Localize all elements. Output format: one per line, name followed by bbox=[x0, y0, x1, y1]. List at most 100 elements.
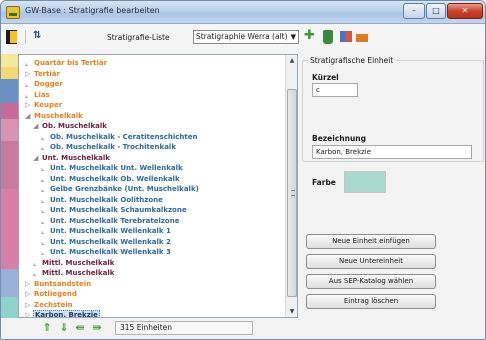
tree-scrollbar[interactable]: ▲ ▼ bbox=[285, 55, 297, 317]
tree-item[interactable]: ⌞ Unt. Muschelkalk Wellenkalk 3 bbox=[41, 247, 172, 257]
exit-icon[interactable] bbox=[6, 30, 17, 44]
tree-line-icon: ⌞ bbox=[41, 143, 45, 151]
move-down-icon[interactable]: ⇓ bbox=[58, 322, 70, 334]
close-button[interactable]: ✕ bbox=[447, 3, 483, 19]
collapse-icon[interactable]: ◢ bbox=[33, 121, 41, 131]
neue-einheit-button[interactable]: Neue Einheit einfügen bbox=[306, 234, 436, 249]
tree-item-label: Unt. Muschelkalk Schaumkalkzone bbox=[50, 206, 187, 214]
tree-item[interactable]: ⌞ Unt. Muschelkalk Ob. Wellenkalk bbox=[41, 174, 181, 184]
tree-item[interactable]: ⌞ Dogger bbox=[25, 79, 64, 89]
tree-item[interactable]: ⌞ Unt. Muschelkalk Wellenkalk 2 bbox=[41, 237, 172, 247]
expand-icon[interactable]: ▷ bbox=[25, 100, 33, 110]
move-first-icon[interactable]: ⇑ bbox=[41, 322, 53, 334]
tree-item-label: Quartär bis Tertiär bbox=[34, 59, 108, 67]
scroll-up-icon[interactable]: ▲ bbox=[286, 55, 298, 66]
tree-line-icon: ⌞ bbox=[33, 269, 37, 277]
sort-icon[interactable]: ⇅ bbox=[33, 30, 47, 44]
tree-item-label: Unt. Muschelkalk Wellenkalk 3 bbox=[50, 248, 171, 256]
move-left-icon[interactable]: ⇚ bbox=[74, 322, 86, 334]
color-strip-segment bbox=[1, 189, 18, 229]
tree-item-label: Lias bbox=[34, 90, 50, 99]
tree-item[interactable]: ⌞ Unt. Muschelkalk Schaumkalkzone bbox=[41, 205, 188, 215]
add-icon[interactable]: ✚ bbox=[304, 29, 318, 44]
expand-icon[interactable]: ▷ bbox=[25, 279, 33, 289]
delete-icon[interactable] bbox=[323, 30, 333, 44]
tree-item[interactable]: ⌞ Unt. Muschelkalk Oolithzone bbox=[41, 195, 164, 205]
tree-item[interactable]: ⌞ Gelbe Grenzbänke (Unt. Muschelkalk) bbox=[41, 184, 200, 194]
tree-item-label: Unt. Muschelkalk Ob. Wellenkalk bbox=[50, 174, 180, 183]
tree-item[interactable]: ◢ Unt. Muschelkalk bbox=[33, 153, 111, 163]
tree-item[interactable]: ⌞ Unt. Muschelkalk Unt. Wellenkalk bbox=[41, 163, 184, 173]
color-strip-segment bbox=[1, 103, 18, 119]
tree-line-icon: ⌞ bbox=[41, 195, 45, 204]
tree-item-label: Unt. Muschelkalk Unt. Wellenkalk bbox=[50, 164, 183, 172]
eintrag-loeschen-button[interactable]: Eintrag löschen bbox=[306, 294, 436, 309]
expand-icon[interactable]: ▷ bbox=[25, 300, 33, 310]
tree-item[interactable]: ⌞ Ob. Muschelkalk - Ceratitenschichten bbox=[41, 132, 198, 142]
collapse-icon[interactable]: ◢ bbox=[25, 111, 33, 121]
title-bar: GW-Base : Stratigrafie bearbeiten – □ ✕ bbox=[1, 1, 485, 24]
move-right-icon[interactable]: ⇛ bbox=[91, 322, 103, 334]
palette-icon[interactable] bbox=[340, 31, 352, 42]
expand-icon[interactable]: ▷ bbox=[25, 69, 33, 79]
tree-item[interactable]: ⌞ Ob. Muschelkalk - Trochitenkalk bbox=[41, 142, 177, 152]
tree-line-icon: ⌞ bbox=[41, 216, 45, 225]
tree-item-label: Unt. Muschelkalk Terebratelzone bbox=[50, 216, 180, 225]
tree-item-label: Dogger bbox=[34, 80, 63, 88]
tree-item[interactable]: ▷ Karbon, Brekzie bbox=[25, 310, 100, 318]
tree-item[interactable]: ▷ Zechstein bbox=[25, 300, 74, 310]
color-strip-segment bbox=[1, 119, 18, 141]
stratigraphy-tree[interactable]: ⌞ Quartär bis Tertiär ▷ Tertiär ⌞ Dogger ⌞ Lias… bbox=[18, 54, 298, 318]
tree-item[interactable]: ▷ Buntsandstein bbox=[25, 279, 92, 289]
tree-item-label: Karbon, Brekzie bbox=[33, 310, 100, 318]
scroll-thumb[interactable] bbox=[287, 89, 297, 297]
color-strip-segment bbox=[1, 141, 18, 189]
group-title: Stratigrafische Einheit bbox=[308, 56, 396, 65]
color-strip-segment bbox=[1, 229, 18, 269]
properties-icon[interactable] bbox=[356, 34, 368, 42]
tree-line-icon: ⌞ bbox=[41, 132, 45, 141]
tree-line-icon: ⌞ bbox=[25, 80, 29, 88]
bezeichnung-label: Bezeichnung bbox=[312, 134, 366, 143]
tree-item[interactable]: ◢ Muschelkalk bbox=[25, 111, 84, 121]
tree-line-icon: ⌞ bbox=[41, 206, 45, 214]
tree-line-icon: ⌞ bbox=[25, 90, 29, 99]
tree-item[interactable]: ◢ Ob. Muschelkalk bbox=[33, 121, 108, 131]
tree-item[interactable]: ⌞ Unt. Muschelkalk Terebratelzone bbox=[41, 216, 180, 226]
tree-item[interactable]: ▷ Keuper bbox=[25, 100, 63, 110]
tree-item[interactable]: ⌞ Mittl. Muschelkalk bbox=[33, 258, 115, 268]
collapse-icon[interactable]: ◢ bbox=[33, 153, 41, 163]
farbe-swatch[interactable] bbox=[344, 171, 386, 193]
tree-item-label: Tertiär bbox=[34, 69, 60, 78]
sep-katalog-button[interactable]: Aus SEP-Katalog wählen bbox=[306, 274, 436, 289]
tree-item-label: Ob. Muschelkalk bbox=[42, 122, 107, 130]
tree-line-icon: ⌞ bbox=[25, 59, 29, 67]
minimize-button[interactable]: – bbox=[403, 3, 425, 19]
tree-item-label: Ob. Muschelkalk - Ceratitenschichten bbox=[50, 132, 198, 141]
tree-item[interactable]: ▷ Rotliegend bbox=[25, 289, 78, 299]
expand-icon[interactable]: ▷ bbox=[25, 289, 33, 299]
tree-item[interactable]: ⌞ Lias bbox=[25, 90, 51, 100]
toolbar: ⇅ Stratigrafie-Liste Stratigraphie Werra… bbox=[1, 25, 485, 49]
maximize-button[interactable]: □ bbox=[426, 3, 446, 19]
tree-item-label: Mittl. Muschelkalk bbox=[42, 269, 115, 277]
bezeichnung-input[interactable]: Karbon, Brekzie bbox=[312, 145, 472, 159]
color-strip-segment bbox=[1, 297, 18, 318]
tree-item[interactable]: ▷ Tertiär bbox=[25, 69, 61, 79]
tree-line-icon: ⌞ bbox=[33, 258, 37, 267]
scroll-down-icon[interactable]: ▼ bbox=[286, 306, 298, 317]
tree-line-icon: ⌞ bbox=[41, 174, 45, 183]
tree-item[interactable]: ⌞ Unt. Muschelkalk Wellenkalk 1 bbox=[41, 226, 172, 236]
kuerzel-input[interactable]: c bbox=[312, 83, 358, 97]
color-strip-segment bbox=[1, 269, 18, 297]
expand-icon[interactable]: ▷ bbox=[25, 310, 33, 317]
color-strip-segment bbox=[1, 91, 18, 103]
tree-item-label: Buntsandstein bbox=[34, 279, 92, 288]
tree-item[interactable]: ⌞ Quartär bis Tertiär bbox=[25, 58, 108, 68]
app-window: GW-Base : Stratigrafie bearbeiten – □ ✕ … bbox=[0, 0, 486, 340]
tree-item[interactable]: ⌞ Mittl. Muschelkalk bbox=[33, 268, 115, 278]
tree-line-icon: ⌞ bbox=[41, 227, 45, 235]
stratigrafie-liste-select[interactable]: Stratigraphie Werra (alt) ▼ bbox=[193, 30, 299, 44]
neue-untereinheit-button[interactable]: Neue Untereinheit bbox=[306, 254, 436, 269]
tree-item-label: Unt. Muschelkalk Wellenkalk 2 bbox=[50, 237, 171, 246]
